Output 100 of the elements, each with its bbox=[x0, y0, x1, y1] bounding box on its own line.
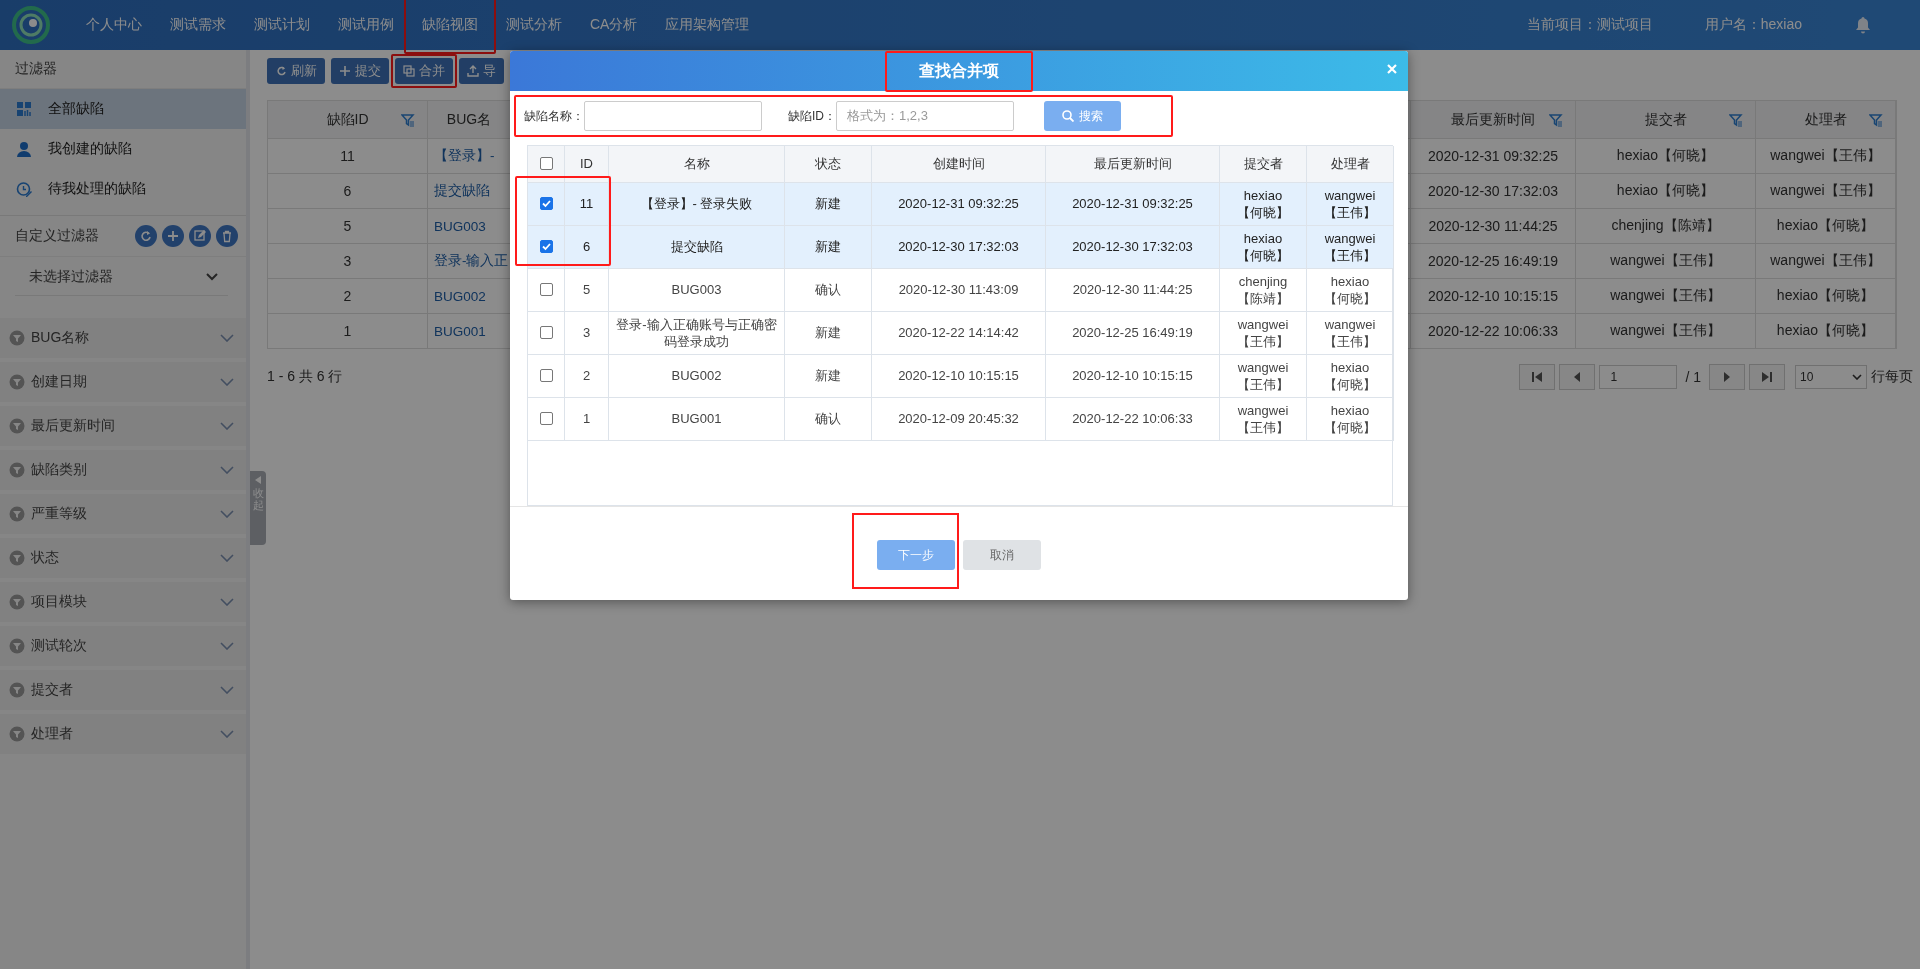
filter-group-header[interactable]: 严重等级 bbox=[0, 494, 246, 534]
funnel-icon bbox=[9, 638, 25, 654]
table-cell: 2020-12-10 10:15:15 bbox=[898, 367, 1019, 385]
table-cell-text: wangwei【王伟】 bbox=[1236, 315, 1290, 350]
filter-group-header[interactable]: 缺陷类别 bbox=[0, 450, 246, 490]
table-cell: 2020-12-22 10:06:33 bbox=[1072, 410, 1193, 428]
filter-item[interactable]: 待我处理的缺陷 bbox=[0, 169, 246, 209]
plus-button[interactable] bbox=[162, 225, 184, 247]
checkbox[interactable] bbox=[539, 369, 553, 383]
nav-tab[interactable]: 缺陷视图 bbox=[408, 0, 492, 50]
table-cell: BUG002 bbox=[671, 367, 722, 385]
checkbox[interactable] bbox=[539, 326, 553, 340]
nav-tab[interactable]: 测试用例 bbox=[324, 0, 408, 50]
column-header: 缺陷ID bbox=[326, 110, 369, 129]
toolbar-button[interactable]: 提交 bbox=[331, 58, 389, 84]
table-cell: 1 bbox=[582, 410, 591, 428]
column-header: 最后更新时间 bbox=[1451, 110, 1535, 129]
table-cell: 2 bbox=[268, 279, 428, 314]
nav-tab[interactable]: CA分析 bbox=[576, 0, 652, 50]
table-cell-text: hexiao【何晓】 bbox=[1323, 358, 1377, 393]
table-cell: 2020-12-30 17:32:03 bbox=[1072, 238, 1193, 256]
funnel-icon bbox=[9, 506, 25, 522]
table-cell: wangwei【王伟】 bbox=[1756, 174, 1896, 209]
chevron-down-icon bbox=[220, 554, 234, 562]
next-button[interactable]: 下一步 bbox=[877, 540, 955, 571]
filter-select[interactable]: 未选择过滤器 bbox=[15, 259, 228, 296]
table-cell: 新建 bbox=[815, 195, 841, 213]
filter-item[interactable]: 我创建的缺陷 bbox=[0, 129, 246, 169]
chevron-down-icon bbox=[220, 686, 234, 694]
pagination-summary: 1 - 6 共 6 行 bbox=[267, 368, 343, 386]
nav-tab[interactable]: 测试需求 bbox=[156, 0, 240, 50]
filter-group-header[interactable]: 创建日期 bbox=[0, 362, 246, 402]
checkbox[interactable] bbox=[539, 197, 553, 211]
table-cell-text: hexiao【何晓】 bbox=[1323, 401, 1377, 436]
input-field[interactable]: 格式为：1,2,3 bbox=[836, 101, 1014, 132]
page-size-select[interactable]: 10 bbox=[1795, 365, 1867, 389]
column-header: 名称 bbox=[683, 154, 710, 173]
next-page-button[interactable] bbox=[1709, 364, 1745, 390]
filter-group-header[interactable]: BUG名称 bbox=[0, 318, 246, 358]
checkbox[interactable] bbox=[539, 283, 553, 297]
chevron-down-icon bbox=[206, 273, 218, 281]
funnel-icon bbox=[9, 550, 25, 566]
trash-button[interactable] bbox=[216, 225, 238, 247]
toolbar-button[interactable]: 刷新 bbox=[267, 58, 325, 84]
nav-tab[interactable]: 测试分析 bbox=[492, 0, 576, 50]
page-input[interactable]: 1 bbox=[1599, 365, 1678, 389]
table-cell: 【登录】- 登录失败 bbox=[640, 195, 753, 213]
filter-group-header[interactable]: 提交者 bbox=[0, 670, 246, 710]
filter-group-header[interactable]: 处理者 bbox=[0, 714, 246, 754]
table-cell: 2020-12-25 16:49:19 bbox=[1072, 324, 1193, 342]
toolbar-button[interactable]: 合并 bbox=[395, 58, 453, 84]
filter-item[interactable]: 全部缺陷 bbox=[0, 89, 246, 129]
page-total: / 1 bbox=[1685, 369, 1701, 385]
column-header: BUG名 bbox=[446, 110, 492, 129]
search-button[interactable]: 搜索 bbox=[1044, 101, 1121, 132]
last-page-button[interactable] bbox=[1749, 364, 1785, 390]
filter-icon bbox=[401, 112, 415, 127]
table-cell: 5 bbox=[582, 281, 591, 299]
clock-edit-icon bbox=[16, 181, 32, 197]
first-page-icon bbox=[1531, 371, 1544, 383]
table-cell: 2020-12-30 17:32:03 bbox=[898, 238, 1019, 256]
table-cell: hexiao【何晓】 bbox=[1576, 174, 1756, 209]
close-icon bbox=[1386, 63, 1398, 75]
checkbox[interactable] bbox=[539, 240, 553, 254]
toolbar-button[interactable]: 导 bbox=[459, 58, 504, 84]
table-cell: 确认 bbox=[815, 281, 841, 299]
column-header: 提交者 bbox=[1644, 110, 1687, 129]
table-cell: 2020-12-22 14:14:42 bbox=[898, 324, 1019, 342]
refresh-icon bbox=[139, 229, 153, 243]
first-page-button[interactable] bbox=[1519, 364, 1556, 390]
table-cell-text: wangwei【王伟】 bbox=[1236, 358, 1290, 393]
column-header: 处理者 bbox=[1330, 154, 1370, 173]
column-header: ID bbox=[580, 156, 593, 172]
table-cell-text: wangwei【王伟】 bbox=[1323, 229, 1377, 264]
filter-group-header[interactable]: 最后更新时间 bbox=[0, 406, 246, 446]
dialog-title: 查找合并项 bbox=[919, 60, 999, 81]
filter-group-header[interactable]: 状态 bbox=[0, 538, 246, 578]
edit-button[interactable] bbox=[189, 225, 211, 247]
table-cell: wangwei【王伟】 bbox=[1756, 244, 1896, 279]
user-icon bbox=[16, 141, 32, 157]
table-cell: 1 bbox=[268, 314, 428, 349]
table-cell: 确认 bbox=[815, 410, 841, 428]
previous-page-button[interactable] bbox=[1559, 364, 1596, 390]
filter-icon bbox=[1729, 112, 1743, 127]
nav-tab[interactable]: 测试计划 bbox=[240, 0, 324, 50]
field-label: 缺陷名称： bbox=[524, 107, 584, 125]
check-icon bbox=[541, 199, 551, 209]
filter-group-header[interactable]: 项目模块 bbox=[0, 582, 246, 622]
nav-tab[interactable]: 个人中心 bbox=[72, 0, 156, 50]
filter-group-header[interactable]: 测试轮次 bbox=[0, 626, 246, 666]
chevron-down-icon bbox=[220, 730, 234, 738]
refresh-button[interactable] bbox=[135, 225, 157, 247]
nav-tab[interactable]: 应用架构管理 bbox=[651, 0, 764, 50]
funnel-icon bbox=[9, 418, 25, 434]
checkbox[interactable] bbox=[539, 157, 553, 171]
table-cell: hexiao【何晓】 bbox=[1756, 279, 1896, 314]
input-field[interactable] bbox=[584, 101, 762, 132]
checkbox[interactable] bbox=[539, 412, 553, 426]
cancel-button[interactable]: 取消 bbox=[963, 540, 1041, 571]
copy-icon bbox=[403, 65, 415, 77]
